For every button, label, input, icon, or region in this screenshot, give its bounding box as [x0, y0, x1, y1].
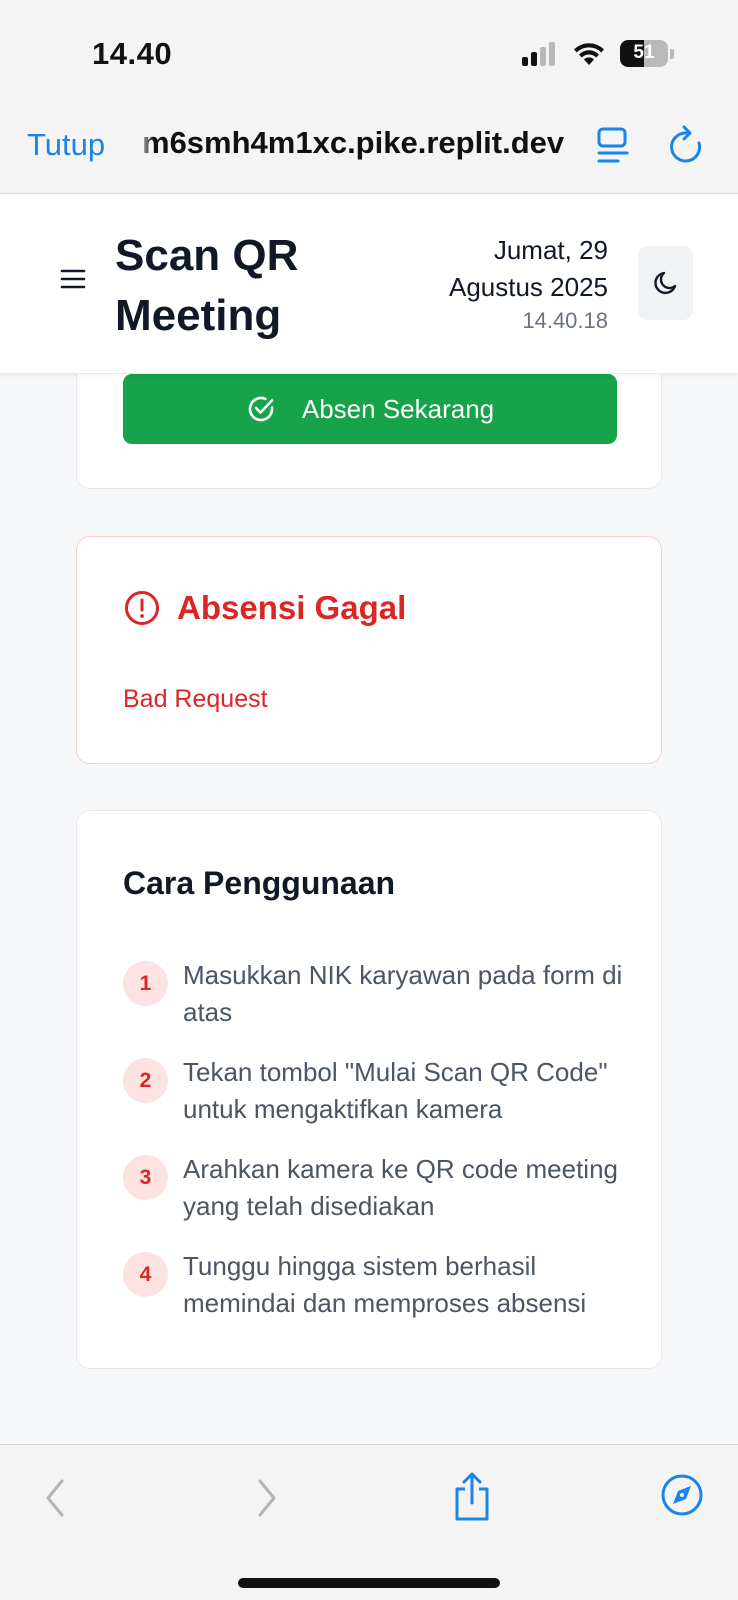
step-text: Tekan tombol "Mulai Scan QR Code" untuk …	[183, 1057, 608, 1124]
close-button[interactable]: Tutup	[27, 127, 105, 163]
list-item: 1 Masukkan NIK karyawan pada form di ata…	[123, 957, 623, 1031]
share-icon[interactable]	[452, 1471, 492, 1523]
moon-icon	[653, 271, 676, 295]
browser-toolbar	[0, 1444, 738, 1600]
status-icons: 51	[522, 40, 674, 67]
url-field[interactable]: m6smh4m1xc.pike.replit.dev	[142, 125, 572, 161]
reload-icon[interactable]	[668, 125, 704, 165]
browser-bar: Tutup m6smh4m1xc.pike.replit.dev	[0, 105, 738, 194]
cellular-signal-icon	[522, 41, 555, 66]
chevron-right-icon[interactable]	[252, 1475, 282, 1521]
home-indicator	[238, 1578, 500, 1588]
absen-now-label: Absen Sekarang	[301, 393, 495, 424]
absen-now-button[interactable]: Absen Sekarang	[123, 374, 617, 444]
step-text: Arahkan kamera ke QR code meeting yang t…	[183, 1154, 618, 1221]
url-fade	[136, 115, 154, 171]
compass-icon[interactable]	[660, 1473, 704, 1517]
live-clock: 14.40.18	[522, 308, 608, 333]
list-item: 4 Tunggu hingga sistem berhasil memindai…	[123, 1248, 623, 1322]
check-circle-icon	[246, 394, 276, 424]
error-title-row: Absensi Gagal	[123, 589, 406, 627]
list-item: 3 Arahkan kamera ke QR code meeting yang…	[123, 1151, 623, 1225]
app-header: Scan QR Meeting Jumat, 29 Agustus 2025 1…	[0, 194, 738, 374]
reader-mode-icon[interactable]	[596, 127, 630, 165]
step-number-badge: 3	[123, 1155, 168, 1200]
status-time: 14.40	[92, 36, 173, 71]
help-steps: 1 Masukkan NIK karyawan pada form di ata…	[123, 957, 623, 1345]
date-month-year: Agustus 2025	[448, 272, 608, 302]
battery-indicator: 51	[620, 40, 668, 67]
battery-nub	[670, 48, 674, 59]
step-number-badge: 1	[123, 961, 168, 1006]
list-item: 2 Tekan tombol "Mulai Scan QR Code" untu…	[123, 1054, 623, 1128]
alert-circle-icon	[125, 591, 159, 625]
step-text: Masukkan NIK karyawan pada form di atas	[183, 960, 623, 1027]
page-title: Scan QR Meeting	[115, 231, 299, 340]
error-card: Absensi Gagal Bad Request	[76, 536, 662, 764]
chevron-left-icon[interactable]	[40, 1475, 70, 1521]
error-message: Bad Request	[123, 685, 268, 713]
menu-icon[interactable]	[60, 268, 86, 290]
step-text: Tunggu hingga sistem berhasil memindai d…	[183, 1251, 587, 1318]
date-day: Jumat, 29	[493, 235, 608, 265]
error-title: Absensi Gagal	[177, 589, 407, 626]
step-number-badge: 2	[123, 1058, 168, 1103]
status-bar: 14.40 51	[0, 0, 738, 105]
wifi-icon	[574, 42, 604, 65]
theme-toggle-button[interactable]	[638, 246, 693, 320]
date-display: Jumat, 29 Agustus 2025 14.40.18	[449, 232, 608, 334]
battery-level: 51	[633, 42, 655, 63]
step-number-badge: 4	[123, 1252, 168, 1297]
help-card: Cara Penggunaan 1 Masukkan NIK karyawan …	[76, 810, 662, 1369]
help-title: Cara Penggunaan	[123, 865, 396, 901]
